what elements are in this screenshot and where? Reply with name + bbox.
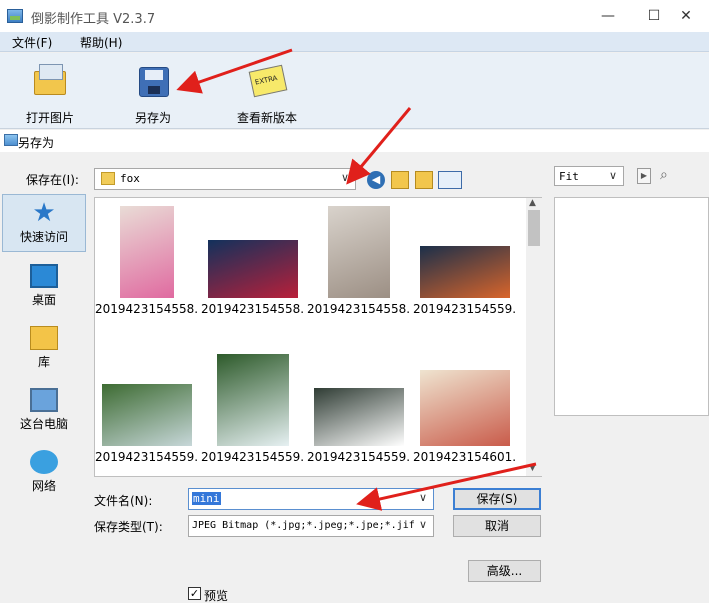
file-name: 2019423154559...	[201, 450, 305, 464]
folder-icon	[101, 172, 115, 185]
place-desktop[interactable]: 桌面	[2, 258, 86, 316]
desktop-icon	[30, 264, 58, 288]
library-icon	[30, 326, 58, 350]
preview-checkbox[interactable]: ✓	[188, 587, 201, 600]
places-bar: ★ 快速访问 桌面 库 这台电脑 网络	[0, 194, 88, 554]
new-folder-icon[interactable]	[415, 171, 433, 189]
file-name: 2019423154558...	[307, 302, 411, 316]
filetype-dropdown[interactable]: JPEG Bitmap (*.jpg;*.jpeg;*.jpe;*.jif ∨	[188, 515, 434, 537]
save-as-button[interactable]: 另存为	[108, 63, 198, 129]
file-name: 2019423154558...	[95, 302, 199, 316]
place-label: 这台电脑	[19, 417, 68, 431]
thumbnail-image	[120, 206, 174, 298]
file-item[interactable]: 2019423154559...	[307, 354, 411, 466]
toolbar: 打开图片 另存为 查看新版本	[0, 53, 709, 129]
magnifier-icon[interactable]: ⌕	[660, 167, 678, 185]
window-title: 倒影制作工具 V2.3.7	[31, 12, 156, 27]
thumbnail-image	[102, 384, 192, 446]
extra-badge-icon	[248, 63, 288, 99]
save-in-label: 保存在(I):	[26, 173, 79, 187]
menu-file[interactable]: 文件(F)	[12, 34, 52, 51]
file-name: 2019423154559...	[307, 450, 411, 464]
save-button[interactable]: 保存(S)	[453, 488, 541, 510]
save-in-value: fox	[120, 172, 140, 185]
dialog-icon	[4, 134, 18, 146]
place-label: 桌面	[31, 293, 56, 307]
open-image-label: 打开图片	[25, 111, 74, 125]
file-item[interactable]: 2019423154558...	[307, 206, 411, 318]
save-in-dropdown[interactable]: fox ∨	[94, 168, 356, 190]
app-icon	[7, 9, 23, 23]
check-update-label: 查看新版本	[236, 111, 297, 125]
file-name: 2019423154558...	[201, 302, 305, 316]
preview-pane	[554, 197, 709, 416]
thumbnail-image	[420, 246, 510, 298]
chevron-down-icon: ∨	[418, 518, 427, 531]
place-label: 库	[37, 355, 50, 369]
up-folder-icon[interactable]	[391, 171, 409, 189]
file-name: 2019423154559...	[95, 450, 199, 464]
scroll-up-icon[interactable]: ▲	[529, 198, 536, 208]
place-label: 网络	[31, 479, 56, 493]
place-network[interactable]: 网络	[2, 444, 86, 502]
cancel-button[interactable]: 取消	[453, 515, 541, 537]
menu-bar: 文件(F) 帮助(H)	[0, 32, 709, 52]
computer-icon	[30, 388, 58, 412]
save-as-label: 另存为	[134, 111, 171, 125]
file-item[interactable]: 2019423154559...	[95, 354, 199, 466]
network-icon	[30, 450, 58, 474]
place-quick-access[interactable]: ★ 快速访问	[2, 194, 86, 252]
scrollbar-thumb[interactable]	[528, 210, 540, 246]
place-this-pc[interactable]: 这台电脑	[2, 382, 86, 440]
filename-value: mini	[192, 492, 221, 505]
close-button[interactable]: ✕	[663, 0, 709, 32]
thumbnail-image	[314, 388, 404, 446]
star-icon: ★	[32, 198, 56, 228]
open-folder-icon	[32, 63, 68, 99]
back-icon[interactable]: ◀	[367, 171, 385, 189]
check-update-button[interactable]: 查看新版本	[222, 63, 312, 129]
advanced-button[interactable]: 高级...	[468, 560, 541, 582]
minimize-button[interactable]: —	[585, 0, 631, 32]
menu-help[interactable]: 帮助(H)	[80, 34, 122, 51]
chevron-down-icon[interactable]: ∨	[419, 491, 427, 504]
save-floppy-icon	[135, 63, 171, 99]
scroll-down-icon[interactable]: ▼	[529, 463, 536, 473]
filetype-value: JPEG Bitmap (*.jpg;*.jpeg;*.jpe;*.jif	[192, 520, 415, 531]
fit-dropdown[interactable]: Fit ∨	[554, 166, 624, 186]
file-name: 2019423154601...	[413, 450, 517, 464]
filename-label: 文件名(N):	[94, 494, 153, 508]
thumbnail-image	[420, 370, 510, 446]
filetype-label: 保存类型(T):	[94, 520, 163, 534]
open-image-button[interactable]: 打开图片	[5, 63, 95, 129]
place-library[interactable]: 库	[2, 320, 86, 378]
file-item[interactable]: 2019423154559...	[201, 354, 305, 466]
thumbnail-image	[208, 240, 298, 298]
file-item[interactable]: 2019423154558...	[201, 206, 305, 318]
filename-input[interactable]: mini ∨	[188, 488, 434, 510]
title-bar: 倒影制作工具 V2.3.7 — ☐ ✕	[0, 0, 709, 32]
chevron-down-icon: ∨	[340, 171, 349, 184]
fit-value: Fit	[559, 170, 579, 183]
chevron-down-icon: ∨	[608, 169, 617, 182]
preview-label: 预览	[204, 589, 229, 603]
file-item[interactable]: 2019423154558...	[95, 206, 199, 318]
file-item[interactable]: 2019423154559...	[413, 206, 517, 318]
file-list[interactable]: 2019423154558... 2019423154558... 201942…	[94, 197, 542, 477]
dialog-title: 另存为	[18, 136, 55, 150]
file-name: 2019423154559...	[413, 302, 517, 316]
thumbnail-image	[328, 206, 390, 298]
file-list-scrollbar[interactable]: ▲ ▼	[526, 198, 542, 476]
play-icon[interactable]: ▶	[637, 168, 651, 184]
place-label: 快速访问	[19, 230, 68, 244]
file-item[interactable]: 2019423154601...	[413, 354, 517, 466]
view-menu-icon[interactable]	[438, 171, 462, 189]
thumbnail-image	[217, 354, 289, 446]
save-dialog-header: 另存为	[0, 130, 709, 152]
